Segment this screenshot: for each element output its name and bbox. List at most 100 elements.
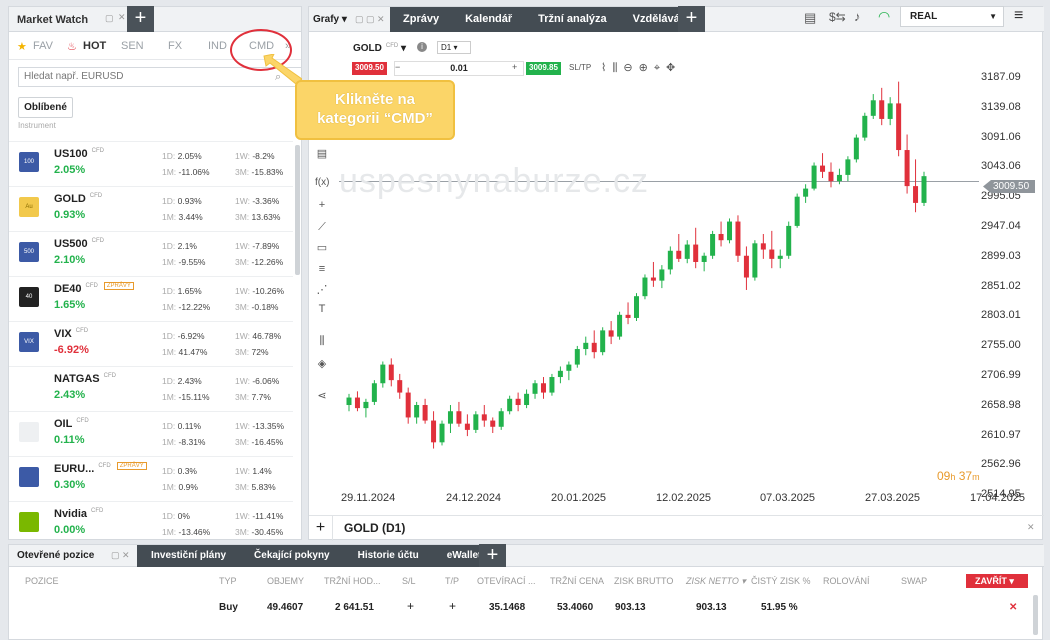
- tab-grafy[interactable]: Grafy ▾: [313, 14, 347, 25]
- close-chart-icon[interactable]: ✕: [1027, 522, 1035, 533]
- instrument-symbol[interactable]: NATGAS CFD: [54, 373, 116, 385]
- col-typ[interactable]: TYP: [219, 576, 237, 586]
- indicators-icon[interactable]: ⫼: [315, 335, 329, 349]
- instrument-symbol[interactable]: EURU... CFD ZPRÁVY: [54, 462, 147, 475]
- price-tick: 3043.06: [981, 160, 1021, 173]
- col-trzni-cena[interactable]: TRŽNÍ CENA: [550, 576, 604, 586]
- share-icon[interactable]: ⋖: [315, 389, 329, 403]
- instrument-symbol[interactable]: US500 CFD: [54, 238, 104, 250]
- candle-body: [693, 244, 699, 262]
- tab-fx[interactable]: FX: [168, 40, 182, 52]
- scrollbar[interactable]: [295, 145, 300, 275]
- timeframe-select[interactable]: D1 ▾: [437, 41, 471, 54]
- col-zisk-brutto[interactable]: ZISK BRUTTO: [614, 576, 673, 586]
- close-position-icon[interactable]: ✕: [1009, 602, 1017, 613]
- bell-icon[interactable]: ♪: [854, 9, 861, 24]
- add-positions-tab-button[interactable]: +: [479, 544, 506, 567]
- text-icon[interactable]: T: [315, 303, 329, 317]
- chart-symbol[interactable]: GOLD CFD ▾: [353, 43, 406, 54]
- rectangle-icon[interactable]: ▭: [315, 241, 329, 255]
- currency-icon[interactable]: $⇆: [829, 10, 846, 24]
- col-trzni-hodnota[interactable]: TRŽNÍ HOD...: [324, 576, 381, 586]
- candle-body: [507, 398, 513, 412]
- layout-icon[interactable]: ▤: [804, 10, 816, 26]
- fib-icon[interactable]: ≡: [315, 263, 329, 277]
- col-objemy[interactable]: OBJEMY: [267, 576, 304, 586]
- candle-body: [549, 377, 555, 393]
- info-icon[interactable]: i: [417, 42, 427, 52]
- instrument-symbol[interactable]: VIX CFD: [54, 328, 88, 340]
- close-all-button[interactable]: ZAVŘÍT ▾: [966, 574, 1028, 588]
- candle-body: [574, 349, 580, 365]
- col-tp[interactable]: T/P: [445, 576, 459, 586]
- instrument-row[interactable]: VIX VIX CFD -6.92% 1D: -6.92% 1M: 41.47% 1W: 4…: [9, 321, 293, 365]
- panel-icon[interactable]: ▤: [315, 147, 329, 161]
- col-zisk-netto[interactable]: ZISK NETTO ▾: [686, 576, 746, 587]
- add-panel-button[interactable]: +: [127, 6, 154, 32]
- instrument-symbol[interactable]: GOLD CFD: [54, 193, 102, 205]
- candle-body: [397, 380, 403, 393]
- col-swap[interactable]: SWAP: [901, 576, 927, 586]
- add-tp-button[interactable]: +: [449, 599, 456, 613]
- candle-body: [676, 250, 682, 259]
- pitchfork-icon[interactable]: ⋰: [315, 283, 329, 297]
- tab-trzni-analyza[interactable]: Tržní analýza: [525, 7, 619, 32]
- col-rolovani[interactable]: ROLOVÁNÍ: [823, 576, 870, 586]
- instrument-row[interactable]: NATGAS CFD 2.43% 1D: 2.43% 1M: -15.11% 1W: -6…: [9, 366, 293, 410]
- layers-icon[interactable]: ◈: [315, 357, 329, 371]
- col-oteviraci[interactable]: OTEVÍRACÍ ...: [477, 576, 536, 586]
- candle-body: [566, 364, 572, 371]
- tab-hot[interactable]: HOT: [83, 40, 106, 52]
- instrument-row[interactable]: 40 DE40 CFD ZPRÁVY 1.65% 1D: 1.65% 1M: -12.22%…: [9, 276, 293, 320]
- candle-body: [625, 314, 631, 318]
- tab-cekajici-pokyny[interactable]: Čekající pokyny: [240, 545, 344, 567]
- instrument-symbol[interactable]: US100 CFD: [54, 148, 104, 160]
- candle-body: [414, 405, 420, 418]
- candle-body: [667, 250, 673, 270]
- tab-ind[interactable]: IND: [208, 40, 227, 52]
- instrument-row[interactable]: 100 US100 CFD 2.05% 1D: 2.05% 1M: -11.06% 1W: …: [9, 141, 293, 185]
- news-badge[interactable]: ZPRÁVY: [103, 282, 134, 290]
- tab-kalendar[interactable]: Kalendář: [452, 7, 525, 32]
- account-select[interactable]: REAL ▼: [900, 6, 1004, 27]
- candle-body: [439, 423, 445, 443]
- window-icons[interactable]: ▢ ▢ ✕: [355, 14, 385, 25]
- add-sl-button[interactable]: +: [407, 599, 414, 613]
- add-tab-button[interactable]: +: [678, 6, 705, 32]
- favorites-button[interactable]: Oblíbené: [18, 97, 73, 118]
- chart-footer: + GOLD (D1) ✕: [309, 515, 1044, 541]
- line-icon[interactable]: ⟋: [315, 221, 329, 235]
- news-badge[interactable]: ZPRÁVY: [116, 462, 147, 470]
- cfd-tag: CFD: [85, 283, 98, 289]
- candle-body: [524, 393, 530, 406]
- instrument-row[interactable]: 500 US500 CFD 2.10% 1D: 2.1% 1M: -9.55% 1W: -7…: [9, 231, 293, 275]
- instrument-row[interactable]: OIL CFD 0.11% 1D: 0.11% 1M: -8.31% 1W: -13.35…: [9, 411, 293, 455]
- add-chart-button[interactable]: +: [309, 516, 333, 541]
- close-icon[interactable]: ✕: [118, 12, 126, 23]
- tab-zpravy[interactable]: Zprávy: [390, 7, 452, 32]
- function-icon[interactable]: f(x): [315, 177, 329, 191]
- tab-investicni-plany[interactable]: Investiční plány: [137, 545, 240, 567]
- stat-1m: 1M: -13.46%: [162, 527, 211, 537]
- col-cisty-zisk[interactable]: ČISTÝ ZISK %: [751, 576, 811, 586]
- instrument-row[interactable]: EURU... CFD ZPRÁVY 0.30% 1D: 0.3% 1M: 0.9% 1W:…: [9, 456, 293, 500]
- menu-icon[interactable]: ≡: [1014, 7, 1023, 25]
- stat-1m: 1M: -8.31%: [162, 437, 206, 447]
- instrument-symbol[interactable]: OIL CFD: [54, 418, 89, 430]
- instrument-row[interactable]: Nvidia CFD 0.00% 1D: 0% 1M: -13.46% 1W: -11.4…: [9, 501, 293, 545]
- panel-window-icons[interactable]: ▢ ✕: [111, 550, 130, 561]
- positions-scrollbar[interactable]: [1033, 595, 1038, 635]
- stat-3m: 3M: -12.26%: [235, 257, 284, 267]
- instrument-symbol[interactable]: Nvidia CFD: [54, 508, 103, 520]
- crosshair-icon[interactable]: +: [315, 199, 329, 213]
- detach-icon[interactable]: ▢: [105, 13, 114, 24]
- instrument-row[interactable]: Au GOLD CFD 0.93% 1D: 0.93% 1M: 3.44% 1W: -3.3…: [9, 186, 293, 230]
- instrument-symbol[interactable]: DE40 CFD ZPRÁVY: [54, 282, 134, 295]
- open-positions-tab[interactable]: Otevřené pozice: [17, 550, 94, 561]
- instruction-callout: Klikněte na kategorii “CMD”: [295, 80, 455, 140]
- tab-sen[interactable]: SEN: [121, 40, 144, 52]
- col-sl[interactable]: S/L: [402, 576, 416, 586]
- col-pozice[interactable]: POZICE: [25, 576, 59, 586]
- tab-fav[interactable]: FAV: [33, 40, 53, 52]
- tab-historie-uctu[interactable]: Historie účtu: [344, 545, 433, 567]
